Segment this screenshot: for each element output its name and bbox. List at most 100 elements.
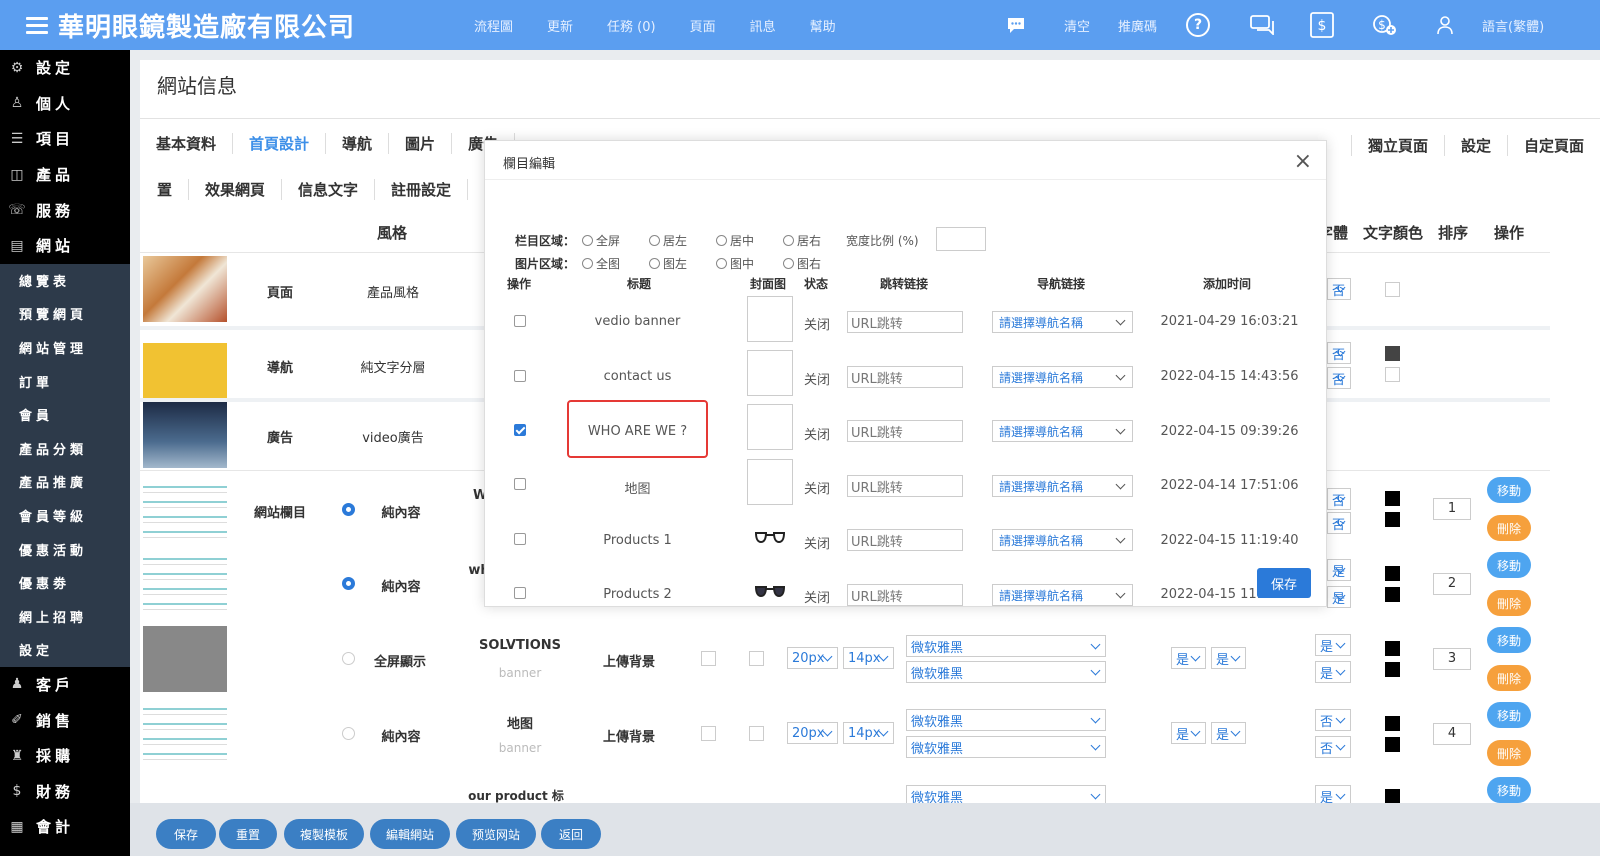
- radio-button[interactable]: [783, 235, 794, 246]
- tab-standalone-pages[interactable]: 獨立頁面: [1350, 134, 1444, 156]
- checkbox[interactable]: [749, 726, 764, 741]
- font-select[interactable]: 微软雅黑: [906, 709, 1106, 731]
- sidebar-subitem-promotions[interactable]: 優惠活動: [0, 532, 130, 566]
- help-icon[interactable]: ?: [1186, 0, 1210, 50]
- preview-site-button[interactable]: 预览网站: [456, 819, 536, 849]
- tab-homepage-design[interactable]: 首頁設計: [233, 132, 327, 154]
- modal-save-button[interactable]: 保存: [1257, 568, 1311, 598]
- color-swatch[interactable]: [1385, 737, 1400, 752]
- sidebar-item-website[interactable]: ▤ 網站: [0, 228, 130, 264]
- cover-image[interactable]: [747, 459, 793, 505]
- delete-button[interactable]: 刪除: [1487, 665, 1531, 691]
- close-icon[interactable]: ×: [1294, 149, 1312, 174]
- color-swatch[interactable]: [1385, 662, 1400, 677]
- reset-button[interactable]: 重置: [219, 819, 277, 849]
- radio-button[interactable]: [582, 258, 593, 269]
- image-area-option[interactable]: 图左: [649, 255, 687, 272]
- tab-settings[interactable]: 設定: [1443, 134, 1507, 156]
- sort-input[interactable]: 3: [1433, 648, 1471, 670]
- color-swatch[interactable]: [1385, 566, 1400, 581]
- font-select[interactable]: 否: [1327, 512, 1351, 534]
- color-swatch[interactable]: [1385, 587, 1400, 602]
- font-select[interactable]: 否: [1327, 342, 1351, 364]
- topnav-flowchart[interactable]: 流程圖: [474, 16, 513, 35]
- font-select[interactable]: 否: [1327, 278, 1351, 300]
- sidebar-item-accounting[interactable]: ▦ 會計: [0, 809, 130, 845]
- clear-button[interactable]: 清空: [1064, 0, 1090, 50]
- nav-select[interactable]: 請選擇導航名稱: [992, 366, 1133, 388]
- font-select[interactable]: 微软雅黑: [906, 736, 1106, 758]
- nav-select[interactable]: 請選擇導航名稱: [992, 529, 1133, 551]
- radio-selected[interactable]: [342, 577, 355, 590]
- messages-icon[interactable]: [1250, 0, 1276, 50]
- upload-background-button[interactable]: 上傳背景: [595, 726, 663, 745]
- chat-bubble-icon[interactable]: [1006, 0, 1026, 50]
- sidebar-subitem-site-management[interactable]: 網站管理: [0, 331, 130, 365]
- sidebar-item-customers[interactable]: ♟ 客戶: [0, 667, 130, 703]
- column-area-option[interactable]: 居中: [716, 232, 754, 249]
- url-input[interactable]: URL跳转: [847, 366, 963, 388]
- back-button[interactable]: 返回: [541, 819, 601, 849]
- sort-input[interactable]: 2: [1433, 573, 1471, 595]
- radio-button[interactable]: [716, 258, 727, 269]
- sidebar-subitem-orders[interactable]: 訂單: [0, 364, 130, 398]
- radio-button[interactable]: [342, 652, 355, 665]
- sidebar-item-sales[interactable]: ✐ 銷售: [0, 702, 130, 738]
- color-swatch[interactable]: [1385, 789, 1400, 804]
- checkbox[interactable]: [701, 651, 716, 666]
- url-input[interactable]: URL跳转: [847, 584, 963, 606]
- tab-images[interactable]: 圖片: [389, 132, 453, 154]
- sidebar-item-purchasing[interactable]: ♜ 採購: [0, 738, 130, 774]
- font-select[interactable]: 是: [1327, 586, 1351, 608]
- width-ratio-input[interactable]: [936, 227, 986, 251]
- glasses-image[interactable]: [747, 514, 793, 560]
- language-selector[interactable]: 語言(繁體): [1482, 0, 1544, 50]
- yes-select[interactable]: 是: [1211, 722, 1246, 744]
- tab-effect-pages[interactable]: 效果網頁: [189, 178, 283, 200]
- checkbox[interactable]: [749, 651, 764, 666]
- sidebar-item-personal[interactable]: ♙ 個人: [0, 86, 130, 122]
- sidebar-item-products[interactable]: ◫ 產品: [0, 157, 130, 193]
- yes-select[interactable]: 是: [1211, 647, 1246, 669]
- copy-template-button[interactable]: 複製模板: [284, 819, 364, 849]
- move-button[interactable]: 移動: [1487, 627, 1531, 653]
- sidebar-subitem-members[interactable]: 會員: [0, 398, 130, 432]
- nav-select[interactable]: 請選擇導航名稱: [992, 584, 1133, 606]
- font-select[interactable]: 是: [1315, 634, 1351, 656]
- size-select[interactable]: 14px: [843, 722, 894, 744]
- row-checkbox-checked[interactable]: [514, 424, 526, 436]
- font-select[interactable]: 是: [1327, 559, 1351, 581]
- font-select[interactable]: 否: [1327, 367, 1351, 389]
- cover-image[interactable]: [747, 404, 793, 450]
- yes-select[interactable]: 是: [1171, 647, 1206, 669]
- size-select[interactable]: 20px: [787, 647, 838, 669]
- upload-background-button[interactable]: 上傳背景: [595, 651, 663, 670]
- topnav-messages[interactable]: 訊息: [750, 16, 776, 35]
- tab-navigation[interactable]: 導航: [326, 132, 390, 154]
- tab-layout[interactable]: 置: [140, 178, 190, 200]
- url-input[interactable]: URL跳转: [847, 311, 963, 333]
- image-area-option[interactable]: 图右: [783, 255, 821, 272]
- tab-info-text[interactable]: 信息文字: [282, 178, 376, 200]
- tab-basic-info[interactable]: 基本資料: [140, 132, 234, 154]
- sidebar-subitem-preview[interactable]: 預覽網頁: [0, 297, 130, 331]
- sidebar-subitem-product-promotion[interactable]: 產品推廣: [0, 465, 130, 499]
- color-swatch[interactable]: [1385, 491, 1400, 506]
- sidebar-subitem-overview[interactable]: 總覽表: [0, 264, 130, 298]
- sidebar-item-services[interactable]: ☏ 服務: [0, 192, 130, 228]
- row-checkbox[interactable]: [514, 478, 526, 490]
- font-select[interactable]: 微软雅黑: [906, 661, 1106, 683]
- row-checkbox[interactable]: [514, 370, 526, 382]
- row-checkbox[interactable]: [514, 315, 526, 327]
- font-select[interactable]: 否: [1315, 736, 1351, 758]
- hamburger-menu-icon[interactable]: [26, 13, 48, 38]
- url-input[interactable]: URL跳转: [847, 529, 963, 551]
- sidebar-subitem-product-categories[interactable]: 產品分類: [0, 432, 130, 466]
- radio-button[interactable]: [716, 235, 727, 246]
- nav-select[interactable]: 請選擇導航名稱: [992, 420, 1133, 442]
- glasses-image[interactable]: [747, 568, 793, 606]
- sidebar-item-finance[interactable]: $ 財務: [0, 773, 130, 809]
- row-checkbox[interactable]: [514, 587, 526, 599]
- tab-custom-pages[interactable]: 自定頁面: [1506, 134, 1600, 156]
- color-swatch[interactable]: [1385, 346, 1400, 361]
